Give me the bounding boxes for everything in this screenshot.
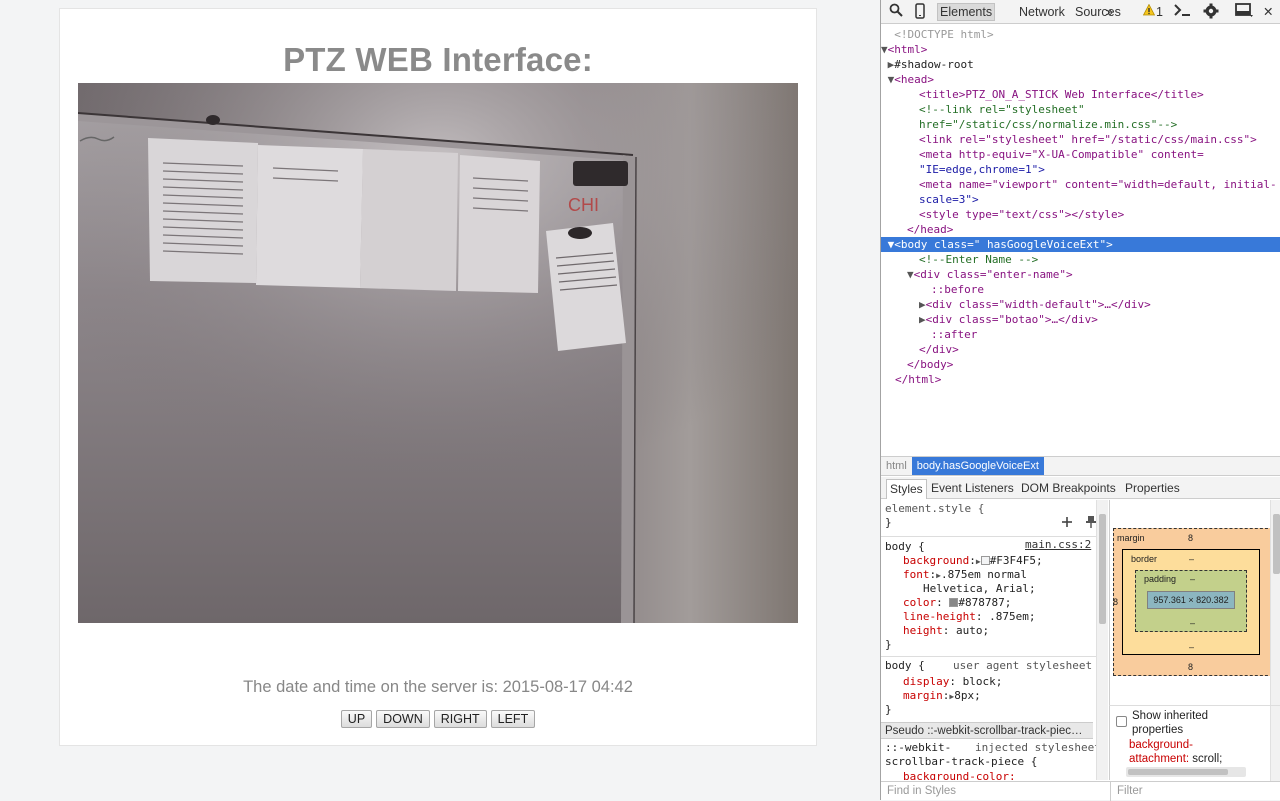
- down-button[interactable]: DOWN: [376, 710, 430, 728]
- tree-node[interactable]: </body>: [881, 357, 1280, 372]
- rule-close: }: [885, 638, 892, 651]
- camera-image: CHI: [78, 83, 798, 623]
- tree-node[interactable]: <!--Enter Name -->: [881, 252, 1280, 267]
- breadcrumb-html[interactable]: html: [881, 457, 912, 475]
- tree-node[interactable]: href="/static/css/normalize.min.css"-->: [881, 117, 1280, 132]
- page-title: PTZ WEB Interface:: [283, 41, 593, 78]
- tree-node[interactable]: ▼<head>: [881, 72, 1280, 87]
- tree-node[interactable]: <meta http-equiv="X-UA-Compatible" conte…: [881, 147, 1280, 162]
- css-prop-margin[interactable]: margin:▶8px;: [903, 689, 981, 704]
- rule-close: }: [885, 516, 892, 529]
- tab-sources[interactable]: Sources: [1075, 3, 1121, 21]
- tree-node-selected[interactable]: ▼<body class=" hasGoogleVoiceExt">: [881, 237, 1280, 252]
- ua-body-selector: body {: [885, 659, 925, 672]
- left-button[interactable]: LEFT: [490, 710, 536, 728]
- close-icon[interactable]: ✕: [1263, 3, 1273, 21]
- tree-node[interactable]: ▼<html>: [881, 42, 1280, 57]
- injected-label: injected stylesheet: [975, 741, 1101, 754]
- inherited-section: Show inherited properties background- at…: [1109, 705, 1280, 781]
- tab-elements[interactable]: Elements: [937, 3, 996, 21]
- tab-dom-breakpoints[interactable]: DOM Breakpoints: [1021, 481, 1116, 495]
- breadcrumb: html body.hasGoogleVoiceExt: [881, 456, 1280, 476]
- tree-node[interactable]: <title>PTZ_ON_A_STICK Web Interface</tit…: [881, 87, 1280, 102]
- css-prop-background[interactable]: background:▶ #F3F4F5;: [903, 554, 1043, 569]
- boxmodel-scrollbar[interactable]: [1270, 500, 1280, 705]
- css-prop-font[interactable]: font:▶.875em normal: [903, 568, 1027, 583]
- element-style-selector: element.style {: [885, 502, 985, 515]
- tree-node[interactable]: scale=3">: [881, 192, 1280, 207]
- tree-node[interactable]: ▶<div class="width-default">…</div>: [881, 297, 1280, 312]
- box-model: margin 8 8 8 border – – padding – – 957.…: [1109, 500, 1280, 705]
- tab-styles[interactable]: Styles: [886, 479, 927, 499]
- dock-icon[interactable]: [1235, 3, 1253, 21]
- box-model-border: border – – padding – – 957.361 × 820.382: [1122, 549, 1260, 655]
- tree-node[interactable]: ::before: [881, 282, 1280, 297]
- css-prop-line-height[interactable]: line-height: .875em;: [903, 610, 1035, 624]
- ua-label: user agent stylesheet: [953, 659, 1093, 672]
- search-icon[interactable]: [889, 3, 903, 21]
- server-datetime: The date and time on the server is: 2015…: [243, 678, 633, 696]
- breadcrumb-body[interactable]: body.hasGoogleVoiceExt: [911, 457, 1044, 475]
- enter-name-container: PTZ WEB Interface: CHI The date and time…: [59, 8, 817, 746]
- tree-node[interactable]: ▶<div class="botao">…</div>: [881, 312, 1280, 327]
- tree-node[interactable]: </div>: [881, 342, 1280, 357]
- tab-properties[interactable]: Properties: [1125, 481, 1180, 495]
- inherited-prop: background- attachment: scroll;: [1129, 739, 1223, 765]
- tree-node[interactable]: <link rel="stylesheet" href="/static/css…: [881, 132, 1280, 147]
- styles-tabbar: Styles Event Listeners DOM Breakpoints P…: [881, 477, 1280, 499]
- injected-selector-2: scrollbar-track-piece {: [885, 755, 1038, 768]
- tab-network[interactable]: Network: [1019, 3, 1065, 21]
- inherited-scrollbar[interactable]: [1270, 706, 1280, 781]
- console-icon[interactable]: [1173, 3, 1191, 21]
- find-in-styles-input[interactable]: Find in Styles: [887, 785, 956, 797]
- browser-page: PTZ WEB Interface: CHI The date and time…: [0, 0, 880, 800]
- show-inherited-label: Show inherited properties: [1132, 710, 1209, 736]
- tree-node[interactable]: ::after: [881, 327, 1280, 342]
- whiteboard-note: CHI: [568, 195, 599, 215]
- horizontal-scrollbar[interactable]: [1126, 767, 1246, 777]
- dom-tree: <!DOCTYPE html> ▼<html> ▶#shadow-root ▼<…: [881, 25, 1280, 455]
- gear-icon[interactable]: [1203, 3, 1219, 21]
- tree-node[interactable]: ▼<div class="enter-name">: [881, 267, 1280, 282]
- tree-node[interactable]: <meta name="viewport" content="width=def…: [881, 177, 1280, 192]
- styles-pane: element.style { } body { main.css:2 back…: [881, 500, 1109, 780]
- source-link[interactable]: main.css:2: [1025, 538, 1091, 552]
- device-mode-icon[interactable]: [915, 3, 925, 21]
- css-prop-color[interactable]: color: #878787;: [903, 596, 1011, 610]
- warnings-count: 1: [1156, 5, 1163, 19]
- css-prop-font-cont: Helvetica, Arial;: [923, 582, 1036, 595]
- tree-node[interactable]: "IE=edge,chrome=1">: [881, 162, 1280, 177]
- styles-scrollbar[interactable]: [1096, 500, 1108, 780]
- css-prop-height[interactable]: height: auto;: [903, 624, 989, 638]
- body-selector: body {: [885, 540, 925, 553]
- tree-node[interactable]: </head>: [881, 222, 1280, 237]
- box-model-content: 957.361 × 820.382: [1147, 591, 1235, 609]
- tree-node[interactable]: <!--link rel="stylesheet": [881, 102, 1280, 117]
- tree-node[interactable]: </html>: [881, 372, 1280, 387]
- tree-node[interactable]: ▶#shadow-root: [881, 57, 1280, 72]
- more-tabs-icon[interactable]: »: [1106, 3, 1113, 21]
- up-button[interactable]: UP: [340, 710, 373, 728]
- warning-icon[interactable]: [1142, 3, 1156, 21]
- rule-close: }: [885, 703, 892, 716]
- tab-event-listeners[interactable]: Event Listeners: [931, 481, 1014, 495]
- filter-input[interactable]: Filter: [1117, 785, 1143, 797]
- pseudo-header[interactable]: Pseudo ::-webkit-scrollbar-track-piec…: [881, 722, 1093, 739]
- devtools-toolbar: Elements Network Sources » 1 ✕: [881, 0, 1280, 24]
- devtools-panel: Elements Network Sources » 1 ✕ <!DOCTYPE…: [880, 0, 1280, 801]
- show-inherited-checkbox[interactable]: [1116, 716, 1127, 727]
- tree-node[interactable]: <!DOCTYPE html>: [881, 27, 1280, 42]
- css-prop-display[interactable]: display: block;: [903, 675, 1002, 689]
- styles-filter-bar: Find in Styles Filter: [881, 781, 1280, 801]
- injected-selector: ::-webkit-: [885, 741, 952, 754]
- right-button[interactable]: RIGHT: [433, 710, 487, 728]
- box-model-padding: padding – – 957.361 × 820.382: [1135, 570, 1247, 632]
- injected-prop: background-color:: [903, 770, 1016, 780]
- camera-feed: CHI: [78, 83, 798, 623]
- ptz-controls: UP DOWN RIGHT LEFT: [60, 710, 816, 728]
- box-model-margin: margin 8 8 8 border – – padding – – 957.…: [1113, 528, 1273, 676]
- tree-node[interactable]: <style type="text/css"></style>: [881, 207, 1280, 222]
